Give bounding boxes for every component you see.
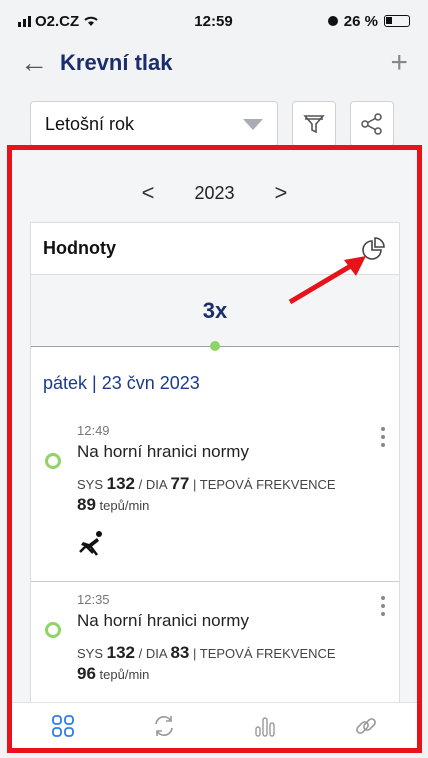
nav-bar: ← Krevní tlak + <box>0 42 428 84</box>
signal-icon <box>18 15 31 27</box>
entry-status: Na horní hranici normy <box>77 442 249 461</box>
chevron-right-icon[interactable]: > <box>275 180 288 206</box>
chevron-left-icon[interactable]: < <box>142 180 155 206</box>
filter-icon <box>303 115 325 134</box>
filter-button[interactable] <box>292 101 336 147</box>
battery-label: 26 % <box>343 12 378 30</box>
period-select[interactable]: Letošní rok <box>30 101 278 147</box>
more-vertical-icon[interactable] <box>381 427 385 447</box>
sys-label: SYS <box>77 477 104 492</box>
date-header: pátek | 23 čvn 2023 <box>43 373 200 393</box>
highlight-frame: < 2023 > Hodnoty 3x pátek | 23 čvn 2023 … <box>7 145 422 753</box>
tab-bar <box>12 702 417 748</box>
measurement-count: 3x <box>202 297 228 323</box>
sys-value: 132 <box>106 474 136 493</box>
hr-value: 89 <box>77 495 96 514</box>
page-title: Krevní tlak <box>60 50 173 75</box>
filter-row: Letošní rok <box>30 101 394 147</box>
entry-values: SYS 132 / DIA 77 | TEPOVÁ FREKVENCE 89 t… <box>77 474 336 514</box>
alarm-icon <box>327 16 338 26</box>
period-select-value: Letošní rok <box>45 113 135 134</box>
back-arrow-icon[interactable]: ← <box>20 47 60 79</box>
entry-time: 12:35 <box>77 592 110 607</box>
reclining-position-icon <box>79 531 102 556</box>
dia-label: DIA <box>145 646 167 661</box>
status-ring-icon <box>45 453 61 469</box>
clock: 12:59 <box>194 12 233 30</box>
carrier-label: O2.CZ <box>35 12 80 30</box>
dia-label: DIA <box>145 477 167 492</box>
hr-unit: tepů/min <box>99 667 150 682</box>
sys-label: SYS <box>77 646 104 661</box>
bars-icon[interactable] <box>252 713 278 739</box>
entry-time: 12:49 <box>77 423 110 438</box>
hr-label: TEPOVÁ FREKVENCE <box>199 646 336 661</box>
chevron-down-icon <box>243 118 263 130</box>
dia-value: 83 <box>170 643 190 662</box>
wifi-icon <box>84 16 98 26</box>
dashboard-icon[interactable] <box>50 713 76 739</box>
entry-values: SYS 132 / DIA 83 | TEPOVÁ FREKVENCE 96 t… <box>77 643 336 683</box>
share-button[interactable] <box>350 101 394 147</box>
hr-unit: tepů/min <box>99 498 150 513</box>
plus-icon[interactable]: + <box>390 46 408 80</box>
link-icon[interactable] <box>353 713 379 739</box>
status-bar: O2.CZ 12:59 26 % <box>0 0 428 42</box>
timeline-dot <box>210 341 220 351</box>
share-icon <box>361 113 382 135</box>
card-title: Hodnoty <box>43 238 116 258</box>
dia-value: 77 <box>170 474 190 493</box>
more-vertical-icon[interactable] <box>381 596 385 616</box>
hr-label: TEPOVÁ FREKVENCE <box>199 477 336 492</box>
list-item[interactable]: 12:49 Na horní hranici normy SYS 132 / D… <box>31 413 399 582</box>
status-ring-icon <box>45 622 61 638</box>
year-navigator: < 2023 > <box>12 180 417 206</box>
annotation-arrow <box>288 256 366 305</box>
sync-icon[interactable] <box>151 713 177 739</box>
sys-value: 132 <box>106 643 136 662</box>
battery-icon <box>383 15 410 27</box>
year-label: 2023 <box>194 182 235 203</box>
entry-status: Na horní hranici normy <box>77 611 249 630</box>
list-item[interactable]: 12:35 Na horní hranici normy SYS 132 / D… <box>31 582 399 704</box>
hr-value: 96 <box>77 664 96 683</box>
